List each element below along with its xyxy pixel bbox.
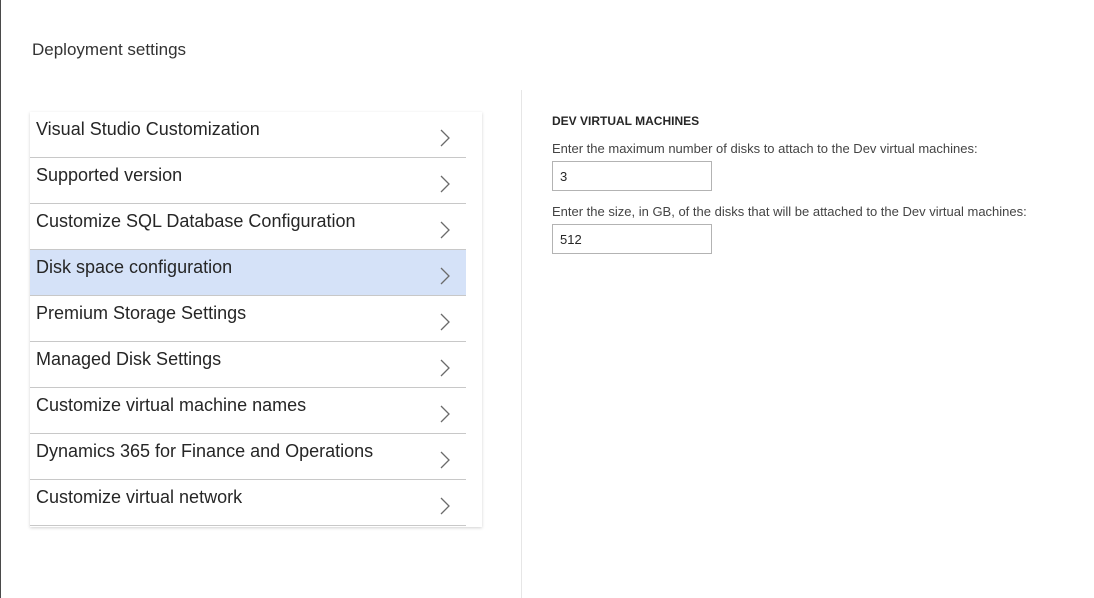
settings-item-virtual-network[interactable]: Customize virtual network [30, 480, 466, 526]
window-left-border [0, 0, 1, 598]
settings-item-label: Supported version [36, 165, 183, 185]
chevron-right-icon [440, 221, 450, 239]
settings-item-label: Dynamics 365 for Finance and Operations [36, 441, 374, 461]
settings-item-label: Premium Storage Settings [36, 303, 247, 323]
settings-item-disk-space-configuration[interactable]: Disk space configuration [30, 250, 466, 296]
chevron-right-icon [440, 313, 450, 331]
settings-item-visual-studio-customization[interactable]: Visual Studio Customization [30, 112, 466, 158]
settings-item-label: Customize SQL Database Configuration [36, 211, 356, 231]
chevron-right-icon [440, 405, 450, 423]
settings-item-supported-version[interactable]: Supported version [30, 158, 466, 204]
max-disks-label: Enter the maximum number of disks to att… [552, 141, 978, 156]
chevron-right-icon [440, 267, 450, 285]
settings-item-label: Customize virtual machine names [36, 395, 307, 415]
page-title: Deployment settings [32, 40, 187, 59]
settings-item-dynamics-365[interactable]: Dynamics 365 for Finance and Operations [30, 434, 466, 480]
settings-item-sql-database-configuration[interactable]: Customize SQL Database Configuration [30, 204, 466, 250]
chevron-right-icon [440, 129, 450, 147]
settings-item-virtual-machine-names[interactable]: Customize virtual machine names [30, 388, 466, 434]
settings-item-managed-disk-settings[interactable]: Managed Disk Settings [30, 342, 466, 388]
settings-item-label: Managed Disk Settings [36, 349, 222, 369]
settings-item-label: Customize virtual network [36, 487, 243, 507]
chevron-right-icon [440, 359, 450, 377]
chevron-right-icon [440, 451, 450, 469]
panel-divider [521, 90, 522, 598]
settings-menu: Visual Studio Customization Supported ve… [30, 112, 482, 527]
disk-size-input[interactable] [552, 224, 712, 254]
settings-item-label: Disk space configuration [36, 257, 233, 277]
chevron-right-icon [440, 175, 450, 193]
chevron-right-icon [440, 497, 450, 515]
disk-size-label: Enter the size, in GB, of the disks that… [552, 204, 1027, 219]
max-disks-input[interactable] [552, 161, 712, 191]
settings-item-label: Visual Studio Customization [36, 119, 260, 139]
settings-item-premium-storage-settings[interactable]: Premium Storage Settings [30, 296, 466, 342]
section-heading: DEV VIRTUAL MACHINES [552, 114, 700, 128]
